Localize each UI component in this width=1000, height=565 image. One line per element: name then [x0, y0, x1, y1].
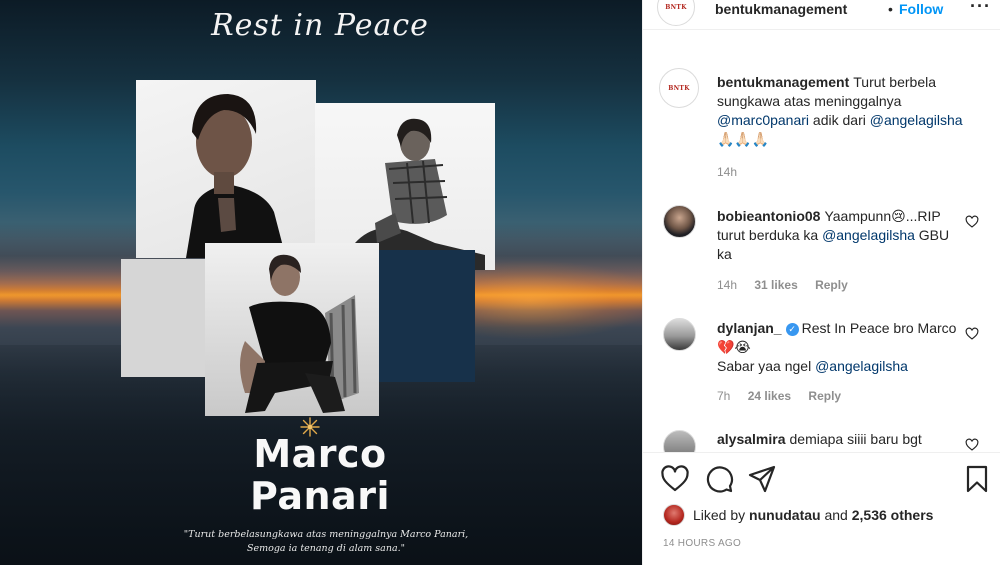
- commenter-avatar[interactable]: [663, 430, 696, 452]
- portrait-photo-chair: [205, 243, 379, 416]
- post-header: BNTK bentukmanagement • Follow ···: [643, 0, 1000, 30]
- divider: [643, 452, 1000, 453]
- decorative-gray-block: [121, 259, 206, 377]
- caption-username[interactable]: bentukmanagement: [717, 74, 849, 90]
- more-options-icon[interactable]: ···: [970, 0, 991, 17]
- brand-logo-text: BNTK: [668, 84, 690, 92]
- comment-item: alysalmira demiapa siiii baru bgt: [643, 428, 1000, 452]
- portrait-photo-closeup: [136, 80, 316, 258]
- caption-text: bentukmanagement Turut berbela sungkawa a…: [717, 73, 967, 149]
- comment-text-part: demiapa siiii baru bgt: [789, 431, 922, 447]
- comment-username[interactable]: dylanjan_: [717, 320, 782, 336]
- header-separator: •: [888, 1, 893, 17]
- liker-avatar[interactable]: [663, 504, 685, 526]
- likes-prefix: Liked by: [693, 507, 750, 523]
- comment-meta: 14h 31 likes Reply: [717, 278, 862, 292]
- mention-link[interactable]: @marc0panari: [717, 112, 809, 128]
- comment-text: dylanjan_ ✓ Rest In Peace bro Marco 💔😭 Sab…: [717, 319, 967, 376]
- script-title: Rest in Peace: [211, 8, 429, 43]
- comment-text: bobieantonio08 Yaampunn😢...RIP turut berd…: [717, 207, 967, 264]
- comment-likes-count[interactable]: 24 likes: [748, 389, 791, 403]
- brand-logo-text: BNTK: [665, 3, 687, 11]
- share-icon[interactable]: [747, 464, 777, 494]
- likes-summary: Liked by nunudatau and 2,536 others: [643, 504, 1000, 528]
- deceased-first-name: Marco: [253, 432, 387, 476]
- liker-username[interactable]: nunudatau: [749, 507, 821, 523]
- reply-button[interactable]: Reply: [808, 389, 841, 403]
- comment-icon[interactable]: [704, 464, 734, 494]
- likes-others-count[interactable]: 2,536 others: [852, 507, 934, 523]
- comment-username[interactable]: bobieantonio08: [717, 208, 820, 224]
- reply-button[interactable]: Reply: [815, 278, 848, 292]
- caption-avatar[interactable]: BNTK: [659, 68, 699, 108]
- caption-emoji: 🙏🏻🙏🏻🙏🏻: [717, 131, 770, 147]
- action-bar: [643, 454, 1000, 504]
- caption-text-part: adik dari: [809, 112, 870, 128]
- bookmark-icon[interactable]: [962, 464, 992, 494]
- mention-link[interactable]: @angelagilsha: [870, 112, 963, 128]
- comment-likes-count[interactable]: 31 likes: [754, 278, 797, 292]
- post-image[interactable]: Rest in Peace Marco Panari "Turut berbel…: [0, 0, 642, 565]
- likes-text: Liked by nunudatau and 2,536 others: [693, 507, 933, 523]
- verified-badge-icon: ✓: [785, 323, 799, 336]
- mention-link[interactable]: @angelagilsha: [822, 227, 915, 243]
- comment-text-part: Sabar yaa ngel: [717, 358, 816, 374]
- comment-like-heart-icon[interactable]: [965, 438, 979, 452]
- commenter-avatar[interactable]: [663, 318, 696, 351]
- caption-time[interactable]: 14h: [717, 165, 737, 179]
- comment-time[interactable]: 7h: [717, 389, 730, 403]
- heart-icon[interactable]: [660, 464, 690, 494]
- comment-like-heart-icon[interactable]: [965, 215, 979, 229]
- likes-middle: and: [820, 507, 852, 523]
- decorative-navy-block: [378, 250, 475, 382]
- post-timestamp[interactable]: 14 HOURS AGO: [663, 538, 741, 549]
- post-side-panel: BNTK bentukmanagement • Follow ··· BNTK …: [642, 0, 1000, 565]
- follow-button[interactable]: Follow: [899, 1, 943, 17]
- memorial-quote: "Turut berbelasungkawa atas meninggalnya…: [183, 529, 469, 554]
- commenter-avatar[interactable]: [663, 205, 696, 238]
- caption-meta: 14h: [717, 165, 751, 179]
- mention-link[interactable]: @angelagilsha: [815, 358, 908, 374]
- header-username[interactable]: bentukmanagement: [715, 1, 847, 17]
- comment-time[interactable]: 14h: [717, 278, 737, 292]
- comment-like-heart-icon[interactable]: [965, 327, 979, 341]
- header-avatar[interactable]: BNTK: [657, 0, 695, 26]
- comment-username[interactable]: alysalmira: [717, 431, 786, 447]
- comment-meta: 7h 24 likes Reply: [717, 389, 855, 403]
- comment-text: alysalmira demiapa siiii baru bgt: [717, 430, 967, 449]
- deceased-last-name: Panari: [250, 474, 390, 518]
